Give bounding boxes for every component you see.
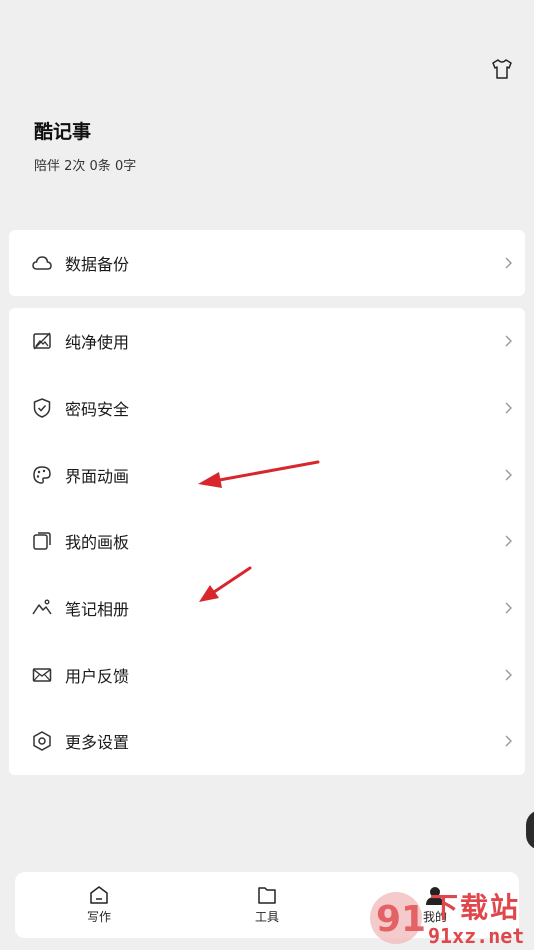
menu-item-pure-mode[interactable]: 纯净使用 [9,308,525,375]
tshirt-icon[interactable] [490,58,514,80]
nav-tab-label: 写作 [86,910,111,924]
canvas-icon [31,530,53,552]
palette-icon [31,464,53,486]
nav-tab-tools[interactable]: 工具 [183,872,351,938]
watermark-line1: 下载站 [430,891,521,924]
profile-title: 酷记事 [34,121,92,143]
chevron-right-icon [505,257,512,269]
menu-item-label: 笔记相册 [65,600,130,620]
envelope-icon [31,664,53,686]
watermark-logo: 91 [370,892,426,944]
settings-menu-card: 纯净使用 密码安全 界面动画 我的画板 笔记相册 用户反馈 更多设置 [9,308,525,775]
chevron-right-icon [505,735,512,747]
menu-item-label: 密码安全 [65,400,130,420]
chevron-right-icon [505,402,512,414]
chevron-right-icon [505,469,512,481]
menu-item-label: 更多设置 [65,733,130,753]
menu-item-user-feedback[interactable]: 用户反馈 [9,641,525,708]
hexagon-gear-icon [31,730,53,752]
menu-item-label: 纯净使用 [65,333,130,353]
mountain-icon [31,597,53,619]
backup-card: 数据备份 [9,230,525,296]
profile-stats: 陪伴 2次 0条 0字 [34,159,137,174]
watermark-line2: 91xz.net [428,924,525,948]
nav-tab-label: 工具 [254,910,279,924]
menu-item-backup[interactable]: 数据备份 [9,230,525,296]
menu-item-password-security[interactable]: 密码安全 [9,375,525,442]
menu-item-more-settings[interactable]: 更多设置 [9,708,525,775]
menu-item-my-canvas[interactable]: 我的画板 [9,508,525,575]
cloud-icon [31,252,53,274]
folder-icon [258,887,276,904]
menu-item-ui-animation[interactable]: 界面动画 [9,441,525,508]
watermark: 91 下载站 91xz.net [362,884,534,950]
menu-item-label: 数据备份 [65,255,130,274]
shield-check-icon [31,397,53,419]
chevron-right-icon [505,335,512,347]
floating-side-handle[interactable] [526,810,534,850]
menu-item-note-album[interactable]: 笔记相册 [9,575,525,642]
chevron-right-icon [505,535,512,547]
menu-item-label: 界面动画 [65,466,130,486]
no-image-icon [31,330,53,352]
chevron-right-icon [505,602,512,614]
chevron-right-icon [505,669,512,681]
app-screen: 酷记事 陪伴 2次 0条 0字 数据备份 纯净使用 密码安全 界面动画 我的画板… [0,0,534,950]
menu-item-label: 用户反馈 [65,666,130,686]
watermark-logo-text: 91 [376,899,426,940]
menu-item-label: 我的画板 [65,533,130,553]
home-icon [90,886,108,904]
nav-tab-write[interactable]: 写作 [15,872,183,938]
